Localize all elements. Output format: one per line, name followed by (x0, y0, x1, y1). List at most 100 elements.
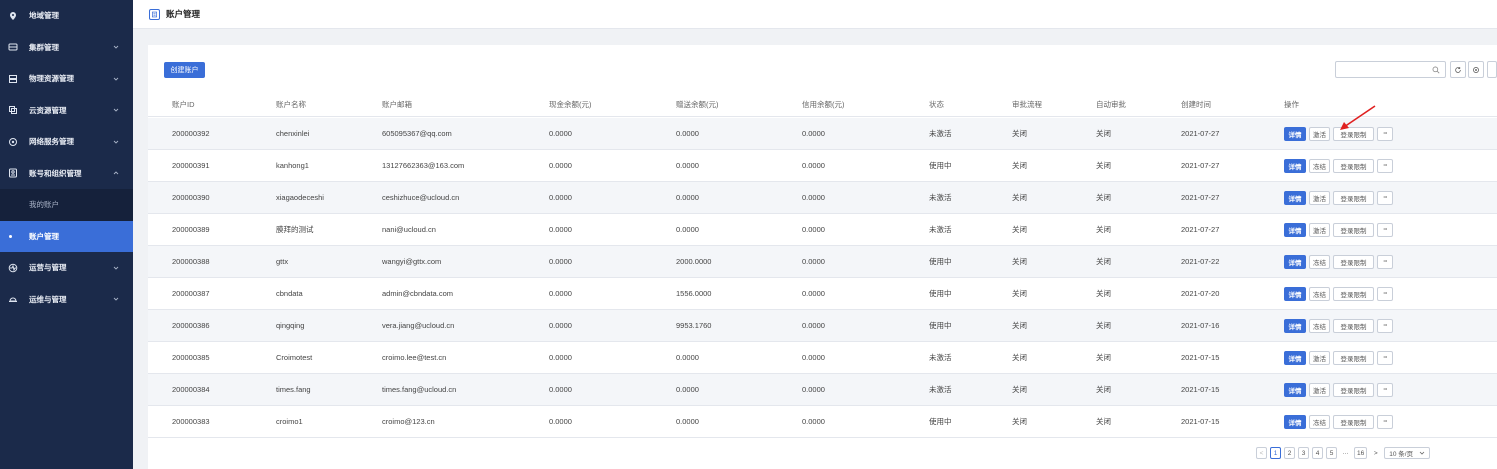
credit-balance-cell: 0.0000 (802, 225, 825, 234)
credit-balance-cell: 0.0000 (802, 129, 825, 138)
account-icon (7, 168, 18, 179)
more-actions-button[interactable]: ··· (1377, 126, 1393, 141)
account-name-cell: times.fang (276, 385, 311, 394)
chevron-down-icon (1419, 451, 1425, 455)
chevron-down-icon (113, 140, 119, 144)
page-button[interactable]: 1 (1270, 447, 1281, 459)
sidebar-subitem-label: 我的账户 (29, 200, 59, 210)
cash-balance-cell: 0.0000 (549, 289, 572, 298)
approval-flow-cell: 关闭 (1012, 225, 1027, 234)
account-name-cell: cbndata (276, 289, 303, 298)
account-id-cell: 200000392 (172, 129, 210, 138)
sidebar-item[interactable]: 物理资源管理 (0, 63, 133, 95)
auto-approval-cell: 关闭 (1096, 321, 1111, 330)
page-ellipsis[interactable]: ··· (1340, 447, 1351, 459)
detail-button[interactable]: 详情 (1284, 222, 1306, 237)
more-actions-button[interactable]: ··· (1377, 318, 1393, 333)
login-limit-button[interactable]: 登录限制 (1333, 158, 1374, 173)
activate-button[interactable]: 激活 (1309, 126, 1330, 141)
sidebar-subitem[interactable]: 我的账户 (0, 189, 133, 221)
status-cell: 未激活 (929, 225, 952, 234)
sidebar-item[interactable]: 地域管理 (0, 0, 133, 32)
more-actions-button[interactable]: ··· (1377, 222, 1393, 237)
sidebar-subitem-active[interactable]: 账户管理 (0, 220, 133, 252)
row-actions: 详情 激活 登录限制 ··· (1284, 342, 1393, 373)
activate-button[interactable]: 激活 (1309, 350, 1330, 365)
page-button[interactable]: 16 (1354, 447, 1368, 459)
table-row: 200000384 times.fang times.fang@ucloud.cn 0… (148, 374, 1497, 406)
chevron-down-icon (113, 77, 119, 81)
detail-button[interactable]: 详情 (1284, 286, 1306, 301)
sidebar-item[interactable]: 云资源管理 (0, 95, 133, 127)
approval-flow-cell: 关闭 (1012, 353, 1027, 362)
next-page-button[interactable]: > (1370, 447, 1381, 459)
settings-button[interactable] (1468, 61, 1484, 78)
account-email-cell: croimo@123.cn (382, 417, 435, 426)
sidebar-item[interactable]: 运营与管理 (0, 252, 133, 284)
sidebar-item[interactable]: 网络服务管理 (0, 126, 133, 158)
page-size-select[interactable]: 10 条/页 (1384, 447, 1431, 459)
detail-button[interactable]: 详情 (1284, 350, 1306, 365)
create-account-button[interactable]: 创建账户 (164, 62, 205, 78)
detail-button[interactable]: 详情 (1284, 382, 1306, 397)
more-actions-button[interactable]: ··· (1377, 286, 1393, 301)
search-input[interactable] (1335, 61, 1446, 78)
col-gift-balance-header: 赠送余额(元) (676, 100, 719, 109)
gift-balance-cell: 2000.0000 (676, 257, 712, 266)
more-actions-button[interactable]: ··· (1377, 382, 1393, 397)
detail-button[interactable]: 详情 (1284, 158, 1306, 173)
created-time-cell: 2021-07-22 (1181, 257, 1220, 266)
login-limit-button[interactable]: 登录限制 (1333, 382, 1374, 397)
prev-page-button[interactable]: < (1256, 447, 1267, 459)
col-status-header: 状态 (929, 100, 944, 109)
login-limit-button[interactable]: 登录限制 (1333, 254, 1374, 269)
page-button[interactable]: 2 (1284, 447, 1295, 459)
freeze-button[interactable]: 冻结 (1309, 318, 1330, 333)
location-icon (7, 10, 18, 21)
sidebar: 地域管理 集群管理 物理资源管理 云资源管理 网络服务管理 账号和组织管理我的账户账户管理… (0, 0, 133, 469)
detail-button[interactable]: 详情 (1284, 254, 1306, 269)
table-row: 200000383 croimo1 croimo@123.cn 0.0000 0.000… (148, 406, 1497, 438)
more-actions-button[interactable]: ··· (1377, 158, 1393, 173)
more-actions-button[interactable]: ··· (1377, 414, 1393, 429)
page-button[interactable]: 3 (1298, 447, 1309, 459)
gift-balance-cell: 0.0000 (676, 193, 699, 202)
col-auto-approval-header: 自动审批 (1096, 100, 1126, 109)
sidebar-item[interactable]: 账号和组织管理 (0, 158, 133, 190)
login-limit-button[interactable]: 登录限制 (1333, 414, 1374, 429)
detail-button[interactable]: 详情 (1284, 126, 1306, 141)
refresh-button[interactable] (1450, 61, 1466, 78)
more-actions-button[interactable]: ··· (1377, 254, 1393, 269)
freeze-button[interactable]: 冻结 (1309, 158, 1330, 173)
login-limit-button[interactable]: 登录限制 (1333, 350, 1374, 365)
activate-button[interactable]: 激活 (1309, 382, 1330, 397)
sidebar-item[interactable]: 集群管理 (0, 32, 133, 64)
gift-balance-cell: 0.0000 (676, 161, 699, 170)
page-button[interactable]: 5 (1326, 447, 1337, 459)
page-button[interactable]: 4 (1312, 447, 1323, 459)
activate-button[interactable]: 激活 (1309, 222, 1330, 237)
activate-button[interactable]: 激活 (1309, 190, 1330, 205)
more-actions-button[interactable]: ··· (1377, 350, 1393, 365)
chevron-down-icon (113, 108, 119, 112)
login-limit-button[interactable]: 登录限制 (1333, 222, 1374, 237)
freeze-button[interactable]: 冻结 (1309, 414, 1330, 429)
detail-button[interactable]: 详情 (1284, 190, 1306, 205)
sidebar-subitem-label: 账户管理 (29, 231, 59, 241)
login-limit-button[interactable]: 登录限制 (1333, 318, 1374, 333)
cash-balance-cell: 0.0000 (549, 193, 572, 202)
column-toggle-button[interactable] (1487, 61, 1497, 78)
freeze-button[interactable]: 冻结 (1309, 254, 1330, 269)
sidebar-item[interactable]: 运维与管理 (0, 284, 133, 316)
freeze-button[interactable]: 冻结 (1309, 286, 1330, 301)
detail-button[interactable]: 详情 (1284, 318, 1306, 333)
active-dot-icon (9, 234, 12, 238)
login-limit-button[interactable]: 登录限制 (1333, 286, 1374, 301)
col-created-time-header: 创建时间 (1181, 100, 1211, 109)
login-limit-button[interactable]: 登录限制 (1333, 190, 1374, 205)
approval-flow-cell: 关闭 (1012, 321, 1027, 330)
more-actions-button[interactable]: ··· (1377, 190, 1393, 205)
approval-flow-cell: 关闭 (1012, 417, 1027, 426)
detail-button[interactable]: 详情 (1284, 414, 1306, 429)
login-limit-button[interactable]: 登录限制 (1333, 126, 1374, 141)
